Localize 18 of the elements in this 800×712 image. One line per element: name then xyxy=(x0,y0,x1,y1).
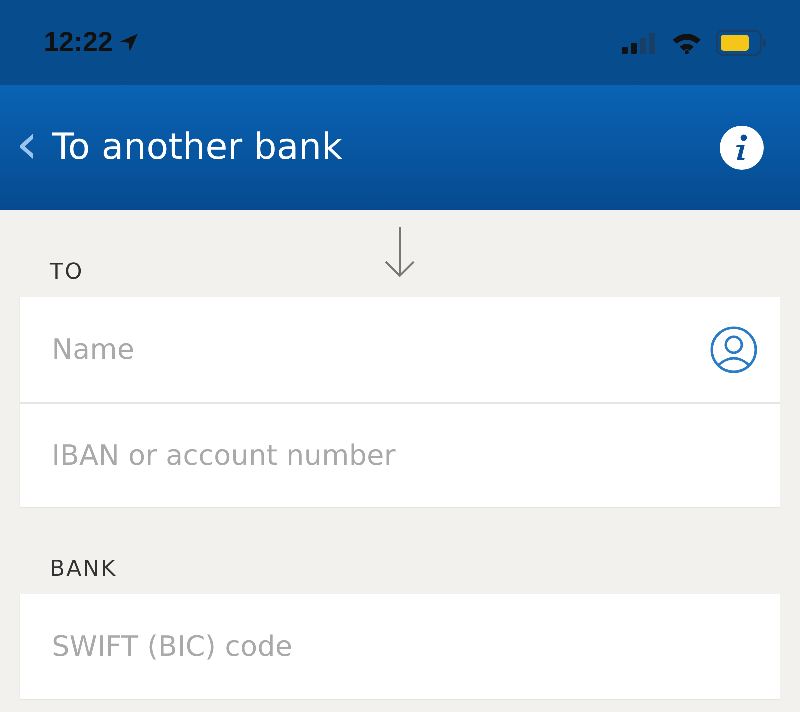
field-row[interactable]: Name xyxy=(20,297,780,402)
section-label: BANK xyxy=(50,557,118,582)
section-label: TO xyxy=(50,260,84,285)
contact-icon[interactable] xyxy=(710,326,758,374)
signal-icon xyxy=(622,32,658,54)
input-field[interactable]: Name xyxy=(50,332,710,367)
screen-title: To another bank xyxy=(52,127,344,168)
wifi-icon xyxy=(672,32,702,54)
battery-icon xyxy=(716,30,768,56)
location-arrow-icon xyxy=(119,32,140,52)
status-time: 12:22 xyxy=(44,27,114,58)
field-row[interactable]: IBAN or account number xyxy=(20,402,780,507)
info-button[interactable] xyxy=(720,126,764,170)
input-field[interactable]: SWIFT (BIC) code xyxy=(50,629,758,664)
back-button[interactable]: ‹ xyxy=(16,116,38,172)
field-row[interactable]: SWIFT (BIC) code xyxy=(20,594,780,699)
info-icon xyxy=(734,134,750,162)
input-field[interactable]: IBAN or account number xyxy=(50,438,758,473)
